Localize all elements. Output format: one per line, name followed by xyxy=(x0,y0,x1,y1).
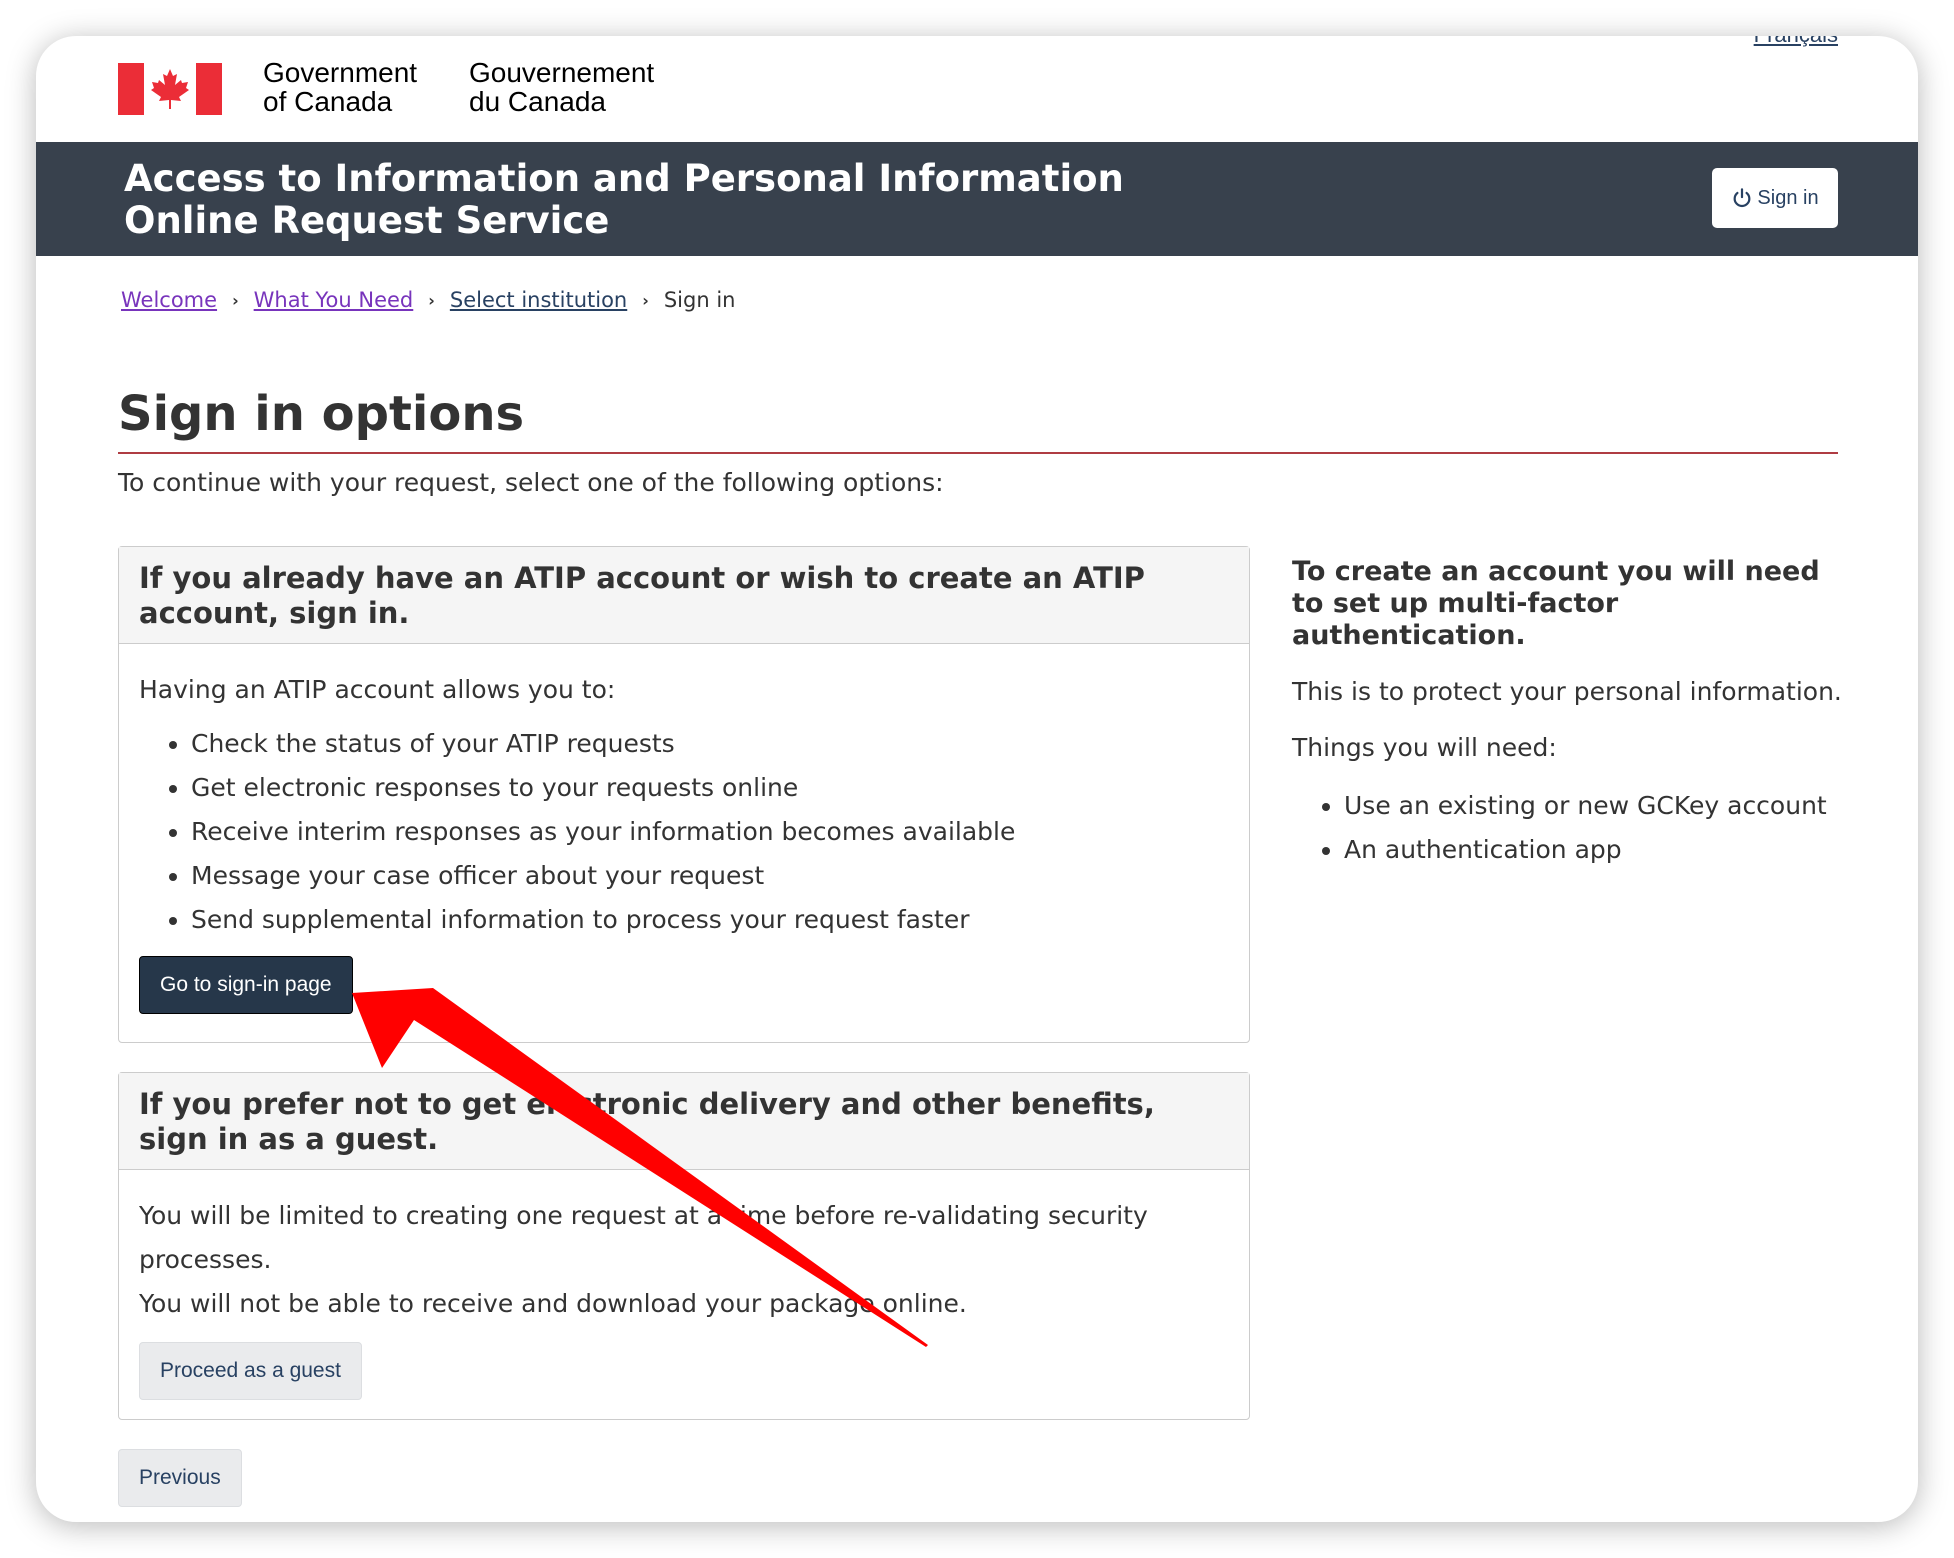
breadcrumb-current: Sign in xyxy=(663,288,736,312)
signature-fr-line2: du Canada xyxy=(469,86,607,117)
power-icon xyxy=(1733,188,1751,208)
canada-flag-icon xyxy=(118,63,222,115)
guest-panel-heading: If you prefer not to get electronic deli… xyxy=(119,1073,1249,1170)
list-item: Check the status of your ATIP requests xyxy=(191,722,1229,766)
guest-panel-text-1: You will be limited to creating one requ… xyxy=(139,1201,1148,1274)
chevron-right-icon: › xyxy=(642,290,649,310)
page-title: Sign in options xyxy=(118,386,1838,454)
header-sign-in-label: Sign in xyxy=(1757,186,1819,209)
header-sign-in-button[interactable]: Sign in xyxy=(1712,168,1838,228)
account-panel-lead: Having an ATIP account allows you to: xyxy=(139,675,616,704)
chevron-right-icon: › xyxy=(428,290,435,310)
account-panel-body: Having an ATIP account allows you to: Ch… xyxy=(119,644,1249,1034)
chevron-right-icon: › xyxy=(232,290,239,310)
app-title-line1: Access to Information and Personal Infor… xyxy=(124,157,1124,200)
app-title-line2: Online Request Service xyxy=(124,199,610,242)
signature-en: Government of Canada xyxy=(263,58,417,116)
list-item: An authentication app xyxy=(1344,828,1852,872)
needs-list: Use an existing or new GCKey account An … xyxy=(1344,784,1852,872)
list-item: Message your case officer about your req… xyxy=(191,854,1229,898)
guest-sign-in-panel: If you prefer not to get electronic deli… xyxy=(118,1072,1250,1420)
mfa-info-aside: To create an account you will need to se… xyxy=(1292,556,1852,872)
list-item: Send supplemental information to process… xyxy=(191,898,1229,942)
signature-fr-line1: Gouvernement xyxy=(469,57,655,88)
browser-frame: Government of Canada Gouvernement du Can… xyxy=(36,36,1918,1522)
language-toggle-link[interactable]: Français xyxy=(1754,36,1838,48)
guest-panel-body: You will be limited to creating one requ… xyxy=(119,1170,1249,1420)
signature-en-line1: Government xyxy=(263,57,418,88)
app-title-band: Access to Information and Personal Infor… xyxy=(36,142,1918,256)
aside-needs-label: Things you will need: xyxy=(1292,733,1557,762)
aside-heading: To create an account you will need to se… xyxy=(1292,556,1820,651)
list-item: Get electronic responses to your request… xyxy=(191,766,1229,810)
benefits-list: Check the status of your ATIP requests G… xyxy=(191,722,1229,942)
signature-en-line2: of Canada xyxy=(263,86,393,117)
app-title: Access to Information and Personal Infor… xyxy=(124,158,1124,242)
breadcrumb-what-you-need[interactable]: What You Need xyxy=(254,288,414,312)
signature-fr: Gouvernement du Canada xyxy=(469,58,654,116)
account-panel-heading: If you already have an ATIP account or w… xyxy=(119,547,1249,644)
go-to-sign-in-page-button[interactable]: Go to sign-in page xyxy=(139,956,353,1014)
gc-header: Government of Canada Gouvernement du Can… xyxy=(36,36,1918,142)
list-item: Receive interim responses as your inform… xyxy=(191,810,1229,854)
proceed-as-guest-button[interactable]: Proceed as a guest xyxy=(139,1342,362,1400)
account-sign-in-panel: If you already have an ATIP account or w… xyxy=(118,546,1250,1043)
breadcrumb: Welcome › What You Need › Select institu… xyxy=(121,288,735,312)
breadcrumb-welcome[interactable]: Welcome xyxy=(121,288,217,312)
guest-panel-text-2: You will not be able to receive and down… xyxy=(139,1289,967,1318)
list-item: Use an existing or new GCKey account xyxy=(1344,784,1852,828)
aside-text: This is to protect your personal informa… xyxy=(1292,677,1842,706)
breadcrumb-select-institution[interactable]: Select institution xyxy=(450,288,627,312)
previous-button[interactable]: Previous xyxy=(118,1449,242,1507)
page-intro: To continue with your request, select on… xyxy=(118,468,944,497)
